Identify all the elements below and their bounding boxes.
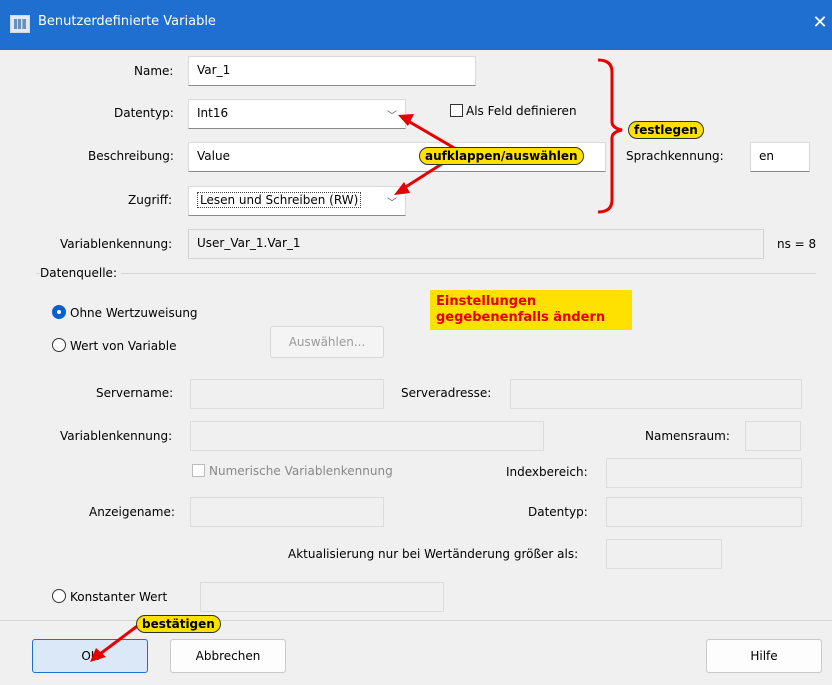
festlegen-annotation: festlegen [628, 121, 704, 139]
bestaetigen-annotation: bestätigen [136, 615, 221, 633]
einstellungen-line2: gegebenenfalls ändern [436, 310, 606, 325]
datenquelle-group-label: Datenquelle: [40, 266, 121, 280]
aufklappen-annotation: aufklappen/auswählen [419, 147, 584, 165]
einstellungen-line1: Einstellungen [436, 294, 537, 309]
annotation-overlay [90, 58, 623, 662]
arrow-to-ok [99, 622, 141, 656]
einstellungen-annotation: Einstellungen gegebenenfalls ändern [430, 290, 632, 330]
red-brace [597, 58, 623, 214]
